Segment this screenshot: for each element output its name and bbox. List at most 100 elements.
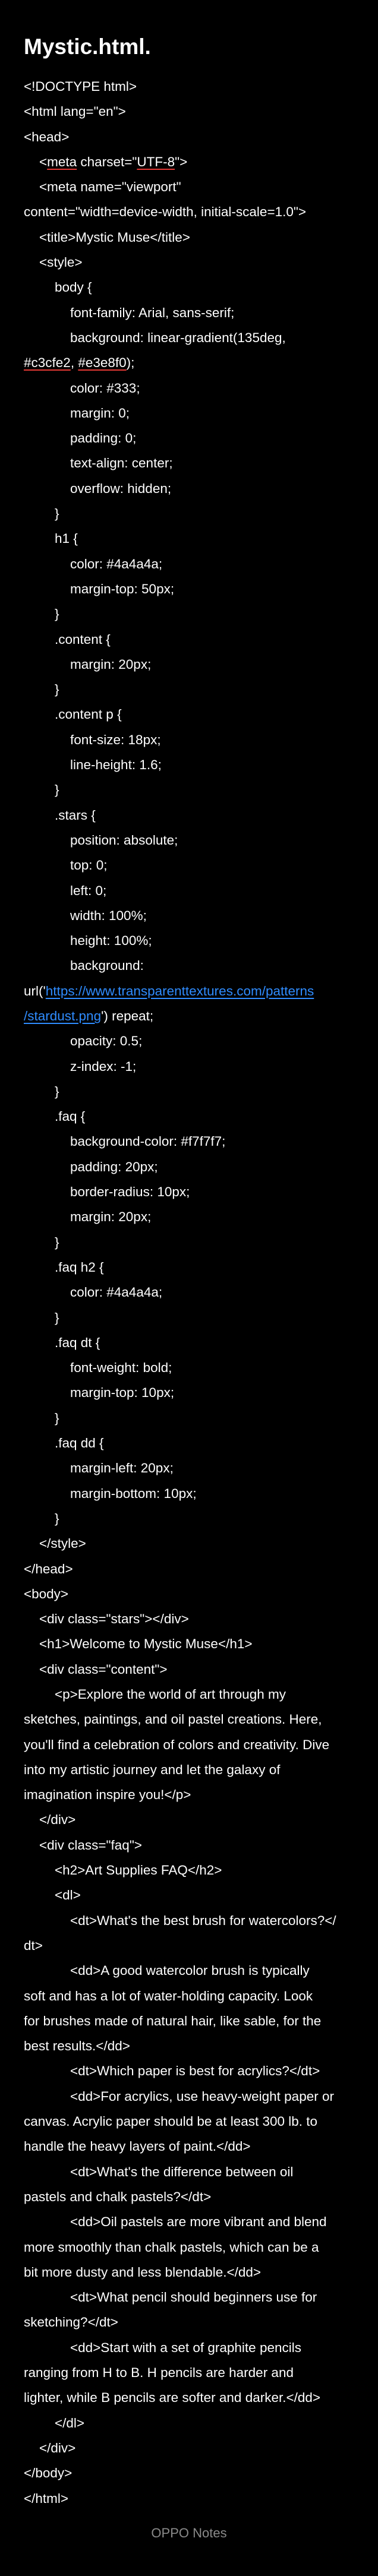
code-line: } (55, 1310, 59, 1325)
spellcheck-word: meta (47, 154, 77, 169)
code-line: <title>Mystic Muse</title> (39, 229, 190, 245)
code-line: <p>Explore the world of art through my (55, 1687, 286, 1702)
code-line: <style> (39, 255, 83, 270)
code-line: margin: 20px; (70, 656, 152, 672)
code-line: lighter, while B pencils are softer and … (24, 2390, 321, 2406)
code-line: <dt>What pencil should beginners use for (70, 2290, 317, 2305)
code-line: sketches, paintings, and oil pastel crea… (24, 1712, 322, 1727)
code-line: opacity: 0.5; (70, 1033, 143, 1049)
code-line: } (55, 682, 59, 697)
code-line: <dd>Start with a set of graphite pencils (70, 2340, 301, 2355)
code-line: <dt>What's the difference between oil (70, 2164, 294, 2179)
code-line: content="width=device-width, initial-sca… (24, 204, 306, 220)
code-line: height: 100%; (70, 933, 152, 949)
code-line: soft and has a lot of water-holding capa… (24, 1988, 313, 2003)
note-body[interactable]: <!DOCTYPE html> <html lang="en"> <head> <me… (24, 74, 357, 2511)
code-line: </html> (24, 2490, 69, 2506)
code-line: z-index: -1; (70, 1058, 137, 1074)
code-line: background: linear-gradient(135deg, (70, 330, 286, 345)
spellcheck-word: #e3e8f0 (78, 355, 127, 371)
code-line: bit more dusty and less blendable.</dd> (24, 2264, 262, 2280)
code-line: <!DOCTYPE html> (24, 79, 137, 94)
code-line: line-height: 1.6; (70, 757, 162, 773)
code-line: /stardust.png') repeat; (24, 1008, 154, 1023)
code-line: .faq dt { (55, 1335, 100, 1350)
code-line: font-weight: bold; (70, 1360, 172, 1376)
spellcheck-word: #c3cfe2 (24, 355, 71, 371)
code-line: overflow: hidden; (70, 481, 172, 496)
code-line: <meta charset="UTF-8"> (39, 154, 188, 169)
code-line: } (55, 1083, 59, 1099)
code-line: background: (70, 958, 144, 973)
code-line: font-family: Arial, sans-serif; (70, 305, 235, 320)
code-line: .stars { (55, 807, 96, 823)
code-line: h1 { (55, 531, 78, 546)
code-line: margin: 20px; (70, 1209, 152, 1225)
code-line: left: 0; (70, 883, 107, 898)
code-line: color: #333; (70, 380, 140, 396)
code-line: body { (55, 280, 92, 295)
code-line: pastels and chalk pastels?</dt> (24, 2189, 212, 2204)
code-line: margin-top: 50px; (70, 581, 175, 596)
code-line: } (55, 1234, 59, 1250)
code-line: <dt>Which paper is best for acrylics?</d… (70, 2063, 320, 2079)
code-line: background-color: #f7f7f7; (70, 1134, 226, 1149)
code-line: <dd>A good watercolor brush is typically (70, 1963, 310, 1978)
code-line: <dl> (55, 1888, 81, 1903)
code-line: <h2>Art Supplies FAQ</h2> (55, 1863, 222, 1878)
code-line: <dt>What's the best brush for watercolor… (70, 1913, 336, 1928)
code-line: margin-left: 20px; (70, 1461, 174, 1476)
code-line: <meta name="viewport" (39, 179, 181, 195)
code-line: into my artistic journey and let the gal… (24, 1762, 281, 1777)
app-name-footer: OPPO Notes (151, 2526, 227, 2540)
code-line: border-radius: 10px; (70, 1184, 190, 1200)
code-line: </div> (39, 1812, 76, 1828)
code-line: color: #4a4a4a; (70, 556, 163, 571)
code-line: best results.</dd> (24, 2038, 130, 2054)
code-line: } (55, 1410, 59, 1426)
code-line: you'll find a celebration of colors and … (24, 1737, 330, 1752)
code-line: </head> (24, 1561, 73, 1576)
code-line: margin-bottom: 10px; (70, 1485, 197, 1501)
code-line: .faq dd { (55, 1436, 104, 1451)
code-line: margin-top: 10px; (70, 1385, 175, 1401)
code-line: more smoothly than chalk pastels, which … (24, 2239, 319, 2255)
code-line: <body> (24, 1586, 69, 1601)
code-line: sketching?</dt> (24, 2315, 118, 2330)
code-line: </div> (39, 2440, 76, 2455)
code-line: } (55, 506, 59, 521)
code-line: padding: 0; (70, 431, 137, 446)
spellcheck-word: UTF-8 (137, 154, 175, 169)
code-line: } (55, 1510, 59, 1526)
code-line: <h1>Welcome to Mystic Muse</h1> (39, 1636, 253, 1652)
code-line: .faq h2 { (55, 1259, 104, 1275)
url-link[interactable]: https://www.transparenttextures.com/patt… (46, 984, 314, 998)
code-line: ranging from H to B. H pencils are harde… (24, 2365, 294, 2381)
code-line: text-align: center; (70, 456, 173, 471)
code-line: url('https://www.transparenttextures.com… (24, 983, 314, 998)
code-line: <dd>For acrylics, use heavy-weight paper… (70, 2088, 334, 2104)
code-line: imagination inspire you!</p> (24, 1787, 191, 1803)
url-link[interactable]: /stardust.png (24, 1009, 101, 1023)
code-line: font-size: 18px; (70, 732, 161, 747)
code-line: <div class="faq"> (39, 1837, 142, 1853)
code-line: </style> (39, 1536, 86, 1551)
code-line: <div class="content"> (39, 1661, 168, 1677)
note-title: Mystic.html. (24, 34, 151, 59)
code-line: <dd>Oil pastels are more vibrant and ble… (70, 2214, 327, 2230)
code-line: dt> (24, 1937, 43, 1953)
code-line: position: absolute; (70, 832, 178, 848)
code-line: canvas. Acrylic paper should be at least… (24, 2114, 318, 2129)
code-line: </body> (24, 2466, 73, 2481)
code-line: top: 0; (70, 858, 108, 873)
code-line: } (55, 606, 59, 622)
code-line: #c3cfe2, #e3e8f0); (24, 355, 135, 371)
code-line: <html lang="en"> (24, 104, 126, 119)
code-line: <div class="stars"></div> (39, 1611, 189, 1627)
code-line: <head> (24, 129, 70, 144)
code-line: padding: 20px; (70, 1159, 158, 1174)
code-line: </dl> (55, 2415, 85, 2430)
code-line: .content p { (55, 707, 122, 722)
code-line: margin: 0; (70, 405, 130, 421)
code-line: width: 100%; (70, 908, 147, 923)
